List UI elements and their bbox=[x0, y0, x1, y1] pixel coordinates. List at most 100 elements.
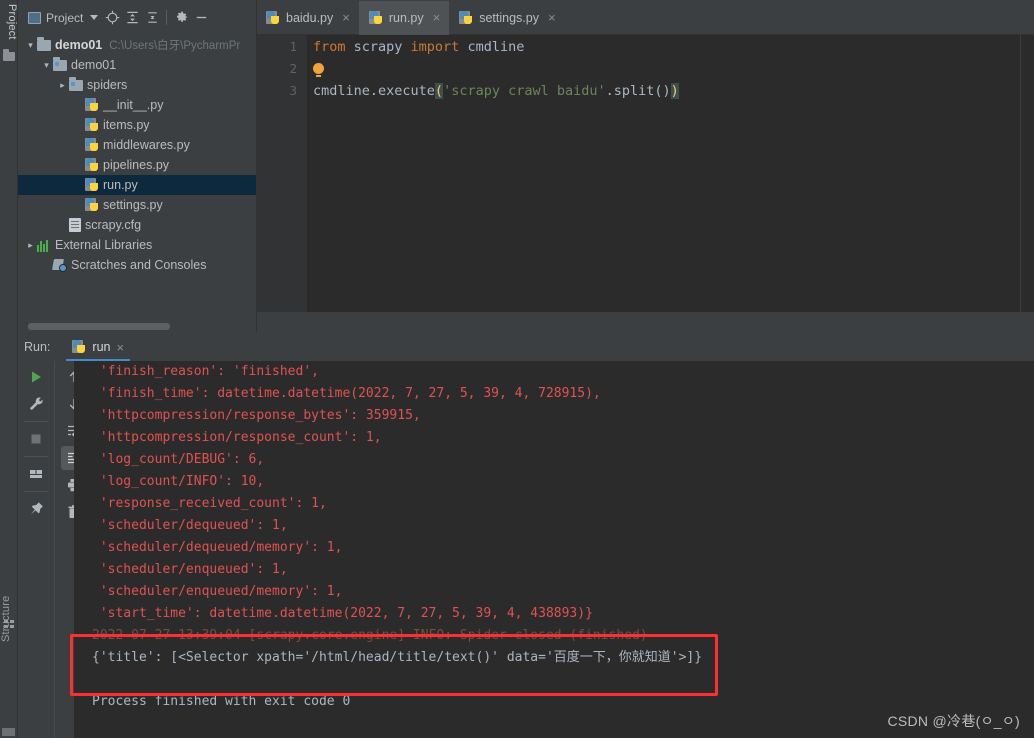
tree-item-spiders[interactable]: ▸ spiders bbox=[18, 75, 256, 95]
tree-item-scrapy-cfg[interactable]: scrapy.cfg bbox=[18, 215, 256, 235]
tree-item-label: middlewares.py bbox=[103, 138, 190, 152]
tree-item-items-py[interactable]: items.py bbox=[18, 115, 256, 135]
scrollbar-thumb[interactable] bbox=[28, 323, 170, 330]
minimize-icon[interactable] bbox=[191, 8, 211, 28]
editor-tab-run[interactable]: run.py × bbox=[358, 1, 450, 35]
editor-gutter: 1 2 3 bbox=[257, 35, 307, 312]
tab-label: run.py bbox=[388, 10, 424, 25]
close-icon[interactable]: × bbox=[433, 10, 441, 25]
watermark-text: CSDN @冷巷(ㅇ_ㅇ) bbox=[887, 713, 1020, 729]
code-token: cmdline bbox=[467, 39, 525, 55]
tool-window-rail: Project Structure Bookmarks bbox=[0, 0, 18, 738]
code-token: cmdline.execute bbox=[313, 83, 435, 99]
tree-item-demo01[interactable]: ▾ demo01 bbox=[18, 55, 256, 75]
console-line: 'httpcompression/response_count': 1, bbox=[92, 430, 382, 445]
code-line[interactable] bbox=[313, 58, 1034, 80]
stop-icon[interactable] bbox=[23, 427, 49, 451]
code-token: ( bbox=[434, 83, 444, 99]
toolbar-divider bbox=[24, 491, 48, 492]
project-view-icon bbox=[28, 11, 41, 24]
locate-icon[interactable] bbox=[102, 8, 122, 28]
console-line: 'scheduler/enqueued': 1, bbox=[92, 562, 288, 577]
code-token: scrapy bbox=[353, 39, 411, 55]
console-line: 'scheduler/enqueued/memory': 1, bbox=[92, 584, 343, 599]
tree-item-demo01[interactable]: ▾ demo01 C:\Users\白牙\PycharmPr bbox=[18, 35, 256, 55]
collapse-all-icon[interactable] bbox=[142, 8, 162, 28]
project-folder-icon bbox=[3, 49, 15, 61]
console-line: 'finish_reason': 'finished', bbox=[92, 364, 319, 379]
console-line: Process finished with exit code 0 bbox=[92, 694, 351, 709]
chevron-down-icon bbox=[90, 15, 99, 20]
rerun-icon[interactable] bbox=[23, 365, 49, 389]
python-file-icon bbox=[85, 118, 99, 132]
tree-item-label: run.py bbox=[103, 178, 138, 192]
editor-code-area[interactable]: from scrapy import cmdline cmdline.execut… bbox=[313, 36, 1034, 102]
console-line: 'log_count/INFO': 10, bbox=[92, 474, 265, 489]
chevron-right-icon[interactable]: ▸ bbox=[56, 80, 69, 91]
intention-bulb-icon[interactable] bbox=[313, 63, 324, 77]
tree-item--init-py[interactable]: __init__.py bbox=[18, 95, 256, 115]
library-icon bbox=[37, 239, 51, 252]
tab-label: settings.py bbox=[479, 10, 539, 25]
python-file-icon bbox=[72, 340, 86, 354]
project-tree-hscrollbar[interactable] bbox=[18, 321, 256, 332]
code-token: 'scrapy crawl baidu' bbox=[443, 83, 606, 99]
chevron-right-icon[interactable]: ▸ bbox=[24, 240, 37, 251]
chevron-down-icon[interactable]: ▾ bbox=[40, 60, 53, 71]
close-icon[interactable]: × bbox=[116, 340, 124, 355]
pin-icon[interactable] bbox=[23, 497, 49, 521]
run-tab-label: run bbox=[92, 340, 111, 354]
editor-scrollbar-strip[interactable] bbox=[1020, 35, 1034, 312]
tree-item-scratches-and-consoles[interactable]: Scratches and Consoles bbox=[18, 255, 256, 275]
tree-item-label: Scratches and Consoles bbox=[71, 258, 207, 272]
rail-button-project[interactable]: Project bbox=[6, 4, 18, 40]
run-console-output[interactable]: 'finish_reason': 'finished', 'finish_tim… bbox=[74, 361, 1034, 738]
rail-resize-handle[interactable] bbox=[2, 728, 15, 736]
code-line[interactable]: cmdline.execute('scrapy crawl baidu'.spl… bbox=[313, 80, 1034, 102]
structure-icon bbox=[4, 620, 14, 628]
code-token: .split bbox=[605, 83, 655, 99]
project-panel-toolbar: Project bbox=[18, 0, 256, 35]
tree-item-label: scrapy.cfg bbox=[85, 218, 142, 232]
run-configuration-tab[interactable]: run × bbox=[66, 333, 130, 361]
console-line: 'start_time': datetime.datetime(2022, 7,… bbox=[92, 606, 593, 621]
config-file-icon bbox=[69, 218, 81, 232]
close-icon[interactable]: × bbox=[548, 10, 556, 25]
code-token: from bbox=[313, 39, 354, 55]
toolbar-divider bbox=[24, 421, 48, 422]
line-number: 1 bbox=[289, 39, 297, 54]
code-line[interactable]: from scrapy import cmdline bbox=[313, 36, 1034, 58]
expand-all-icon[interactable] bbox=[122, 8, 142, 28]
tree-item-pipelines-py[interactable]: pipelines.py bbox=[18, 155, 256, 175]
toolbar-divider bbox=[24, 456, 48, 457]
edit-configurations-icon[interactable] bbox=[23, 392, 49, 416]
chevron-down-icon[interactable]: ▾ bbox=[24, 40, 37, 51]
console-line: 'response_received_count': 1, bbox=[92, 496, 327, 511]
console-line: 'finish_time': datetime.datetime(2022, 7… bbox=[92, 386, 601, 401]
code-editor[interactable]: 1 2 3 from scrapy import cmdline cmdline.ex… bbox=[257, 35, 1034, 312]
tree-item-label: items.py bbox=[103, 118, 150, 132]
tree-item-middlewares-py[interactable]: middlewares.py bbox=[18, 135, 256, 155]
python-file-icon bbox=[266, 10, 280, 25]
tree-item-run-py[interactable]: run.py bbox=[18, 175, 256, 195]
tree-item-external-libraries[interactable]: ▸ External Libraries bbox=[18, 235, 256, 255]
editor-tab-bar: baidu.py × run.py × settings.py × bbox=[256, 0, 1034, 35]
tree-item-label: demo01 bbox=[71, 58, 117, 72]
editor-tab-baidu[interactable]: baidu.py × bbox=[256, 1, 359, 34]
tab-label: baidu.py bbox=[286, 10, 334, 25]
tree-item-label: pipelines.py bbox=[103, 158, 170, 172]
console-line: 2022-07-27 13:39:04 [scrapy.core.engine]… bbox=[92, 628, 648, 643]
tree-item-settings-py[interactable]: settings.py bbox=[18, 195, 256, 215]
editor-bottom-strip bbox=[257, 312, 1034, 332]
layout-icon[interactable] bbox=[23, 462, 49, 486]
settings-gear-icon[interactable] bbox=[171, 8, 191, 28]
editor-tab-settings[interactable]: settings.py × bbox=[449, 1, 564, 34]
project-view-selector[interactable]: Project bbox=[24, 9, 102, 27]
tree-item-path: C:\Users\白牙\PycharmPr bbox=[109, 40, 241, 52]
close-icon[interactable]: × bbox=[342, 10, 350, 25]
tree-item-label: External Libraries bbox=[55, 238, 153, 252]
pycharm-window: Project Structure Bookmarks Project bbox=[0, 0, 1034, 738]
project-tree[interactable]: ▾ demo01 C:\Users\白牙\PycharmPr ▾ demo01 ▸ spid… bbox=[18, 35, 256, 321]
python-file-icon bbox=[85, 158, 99, 172]
code-token: import bbox=[410, 39, 468, 55]
